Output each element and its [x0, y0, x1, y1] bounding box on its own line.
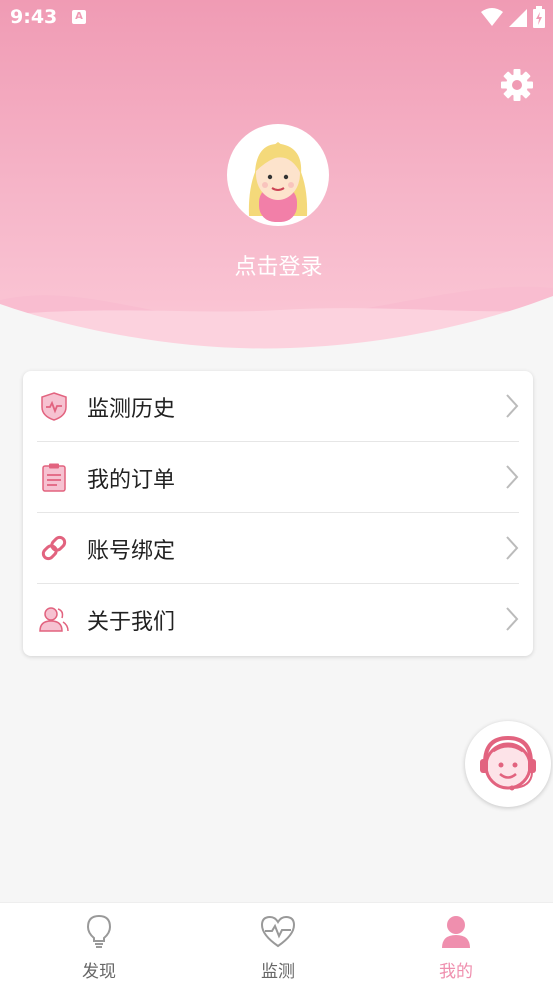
- tab-label: 发现: [82, 962, 116, 982]
- wifi-icon: [481, 8, 503, 26]
- tab-mine[interactable]: 我的: [364, 903, 548, 985]
- clipboard-icon: [42, 463, 66, 492]
- status-time: 9:43: [10, 6, 58, 28]
- menu-card: 监测历史 我的订单 账号绑定 关于我们: [23, 371, 533, 656]
- menu-item-monitor-history[interactable]: 监测历史: [23, 371, 533, 442]
- gear-icon[interactable]: [500, 68, 534, 102]
- chevron-right-icon: [506, 536, 519, 560]
- menu-item-account-binding[interactable]: 账号绑定: [23, 513, 533, 584]
- status-bar: 9:43 A: [0, 0, 553, 36]
- user-icon: [442, 916, 470, 948]
- signal-icon: [509, 9, 527, 27]
- tab-discover[interactable]: 发现: [7, 903, 191, 985]
- tab-label: 我的: [439, 962, 473, 982]
- menu-item-about-us[interactable]: 关于我们: [23, 584, 533, 655]
- menu-item-label: 监测历史: [87, 397, 176, 422]
- tab-monitor[interactable]: 监测: [186, 903, 370, 985]
- tab-label: 监测: [261, 962, 295, 982]
- chevron-right-icon: [506, 607, 519, 631]
- heart-pulse-icon: [260, 915, 296, 948]
- link-icon: [41, 535, 67, 561]
- notification-icon: A: [72, 10, 86, 24]
- menu-item-label: 账号绑定: [87, 539, 176, 564]
- menu-item-my-orders[interactable]: 我的订单: [23, 442, 533, 513]
- user-avatar[interactable]: [227, 124, 329, 226]
- chevron-right-icon: [506, 465, 519, 489]
- status-icons: [481, 6, 545, 28]
- login-link[interactable]: 点击登录: [0, 249, 553, 281]
- people-icon: [39, 607, 69, 632]
- menu-item-label: 我的订单: [87, 468, 176, 493]
- customer-service-icon: [480, 735, 536, 791]
- avatar-girl-icon: [248, 142, 308, 222]
- chevron-right-icon: [506, 394, 519, 418]
- menu-item-label: 关于我们: [87, 610, 176, 635]
- lightbulb-icon: [86, 914, 112, 948]
- bottom-tab-bar: 发现 监测 我的: [0, 902, 553, 985]
- battery-icon: [533, 6, 545, 28]
- customer-service-button[interactable]: [465, 721, 551, 807]
- shield-pulse-icon: [41, 392, 67, 421]
